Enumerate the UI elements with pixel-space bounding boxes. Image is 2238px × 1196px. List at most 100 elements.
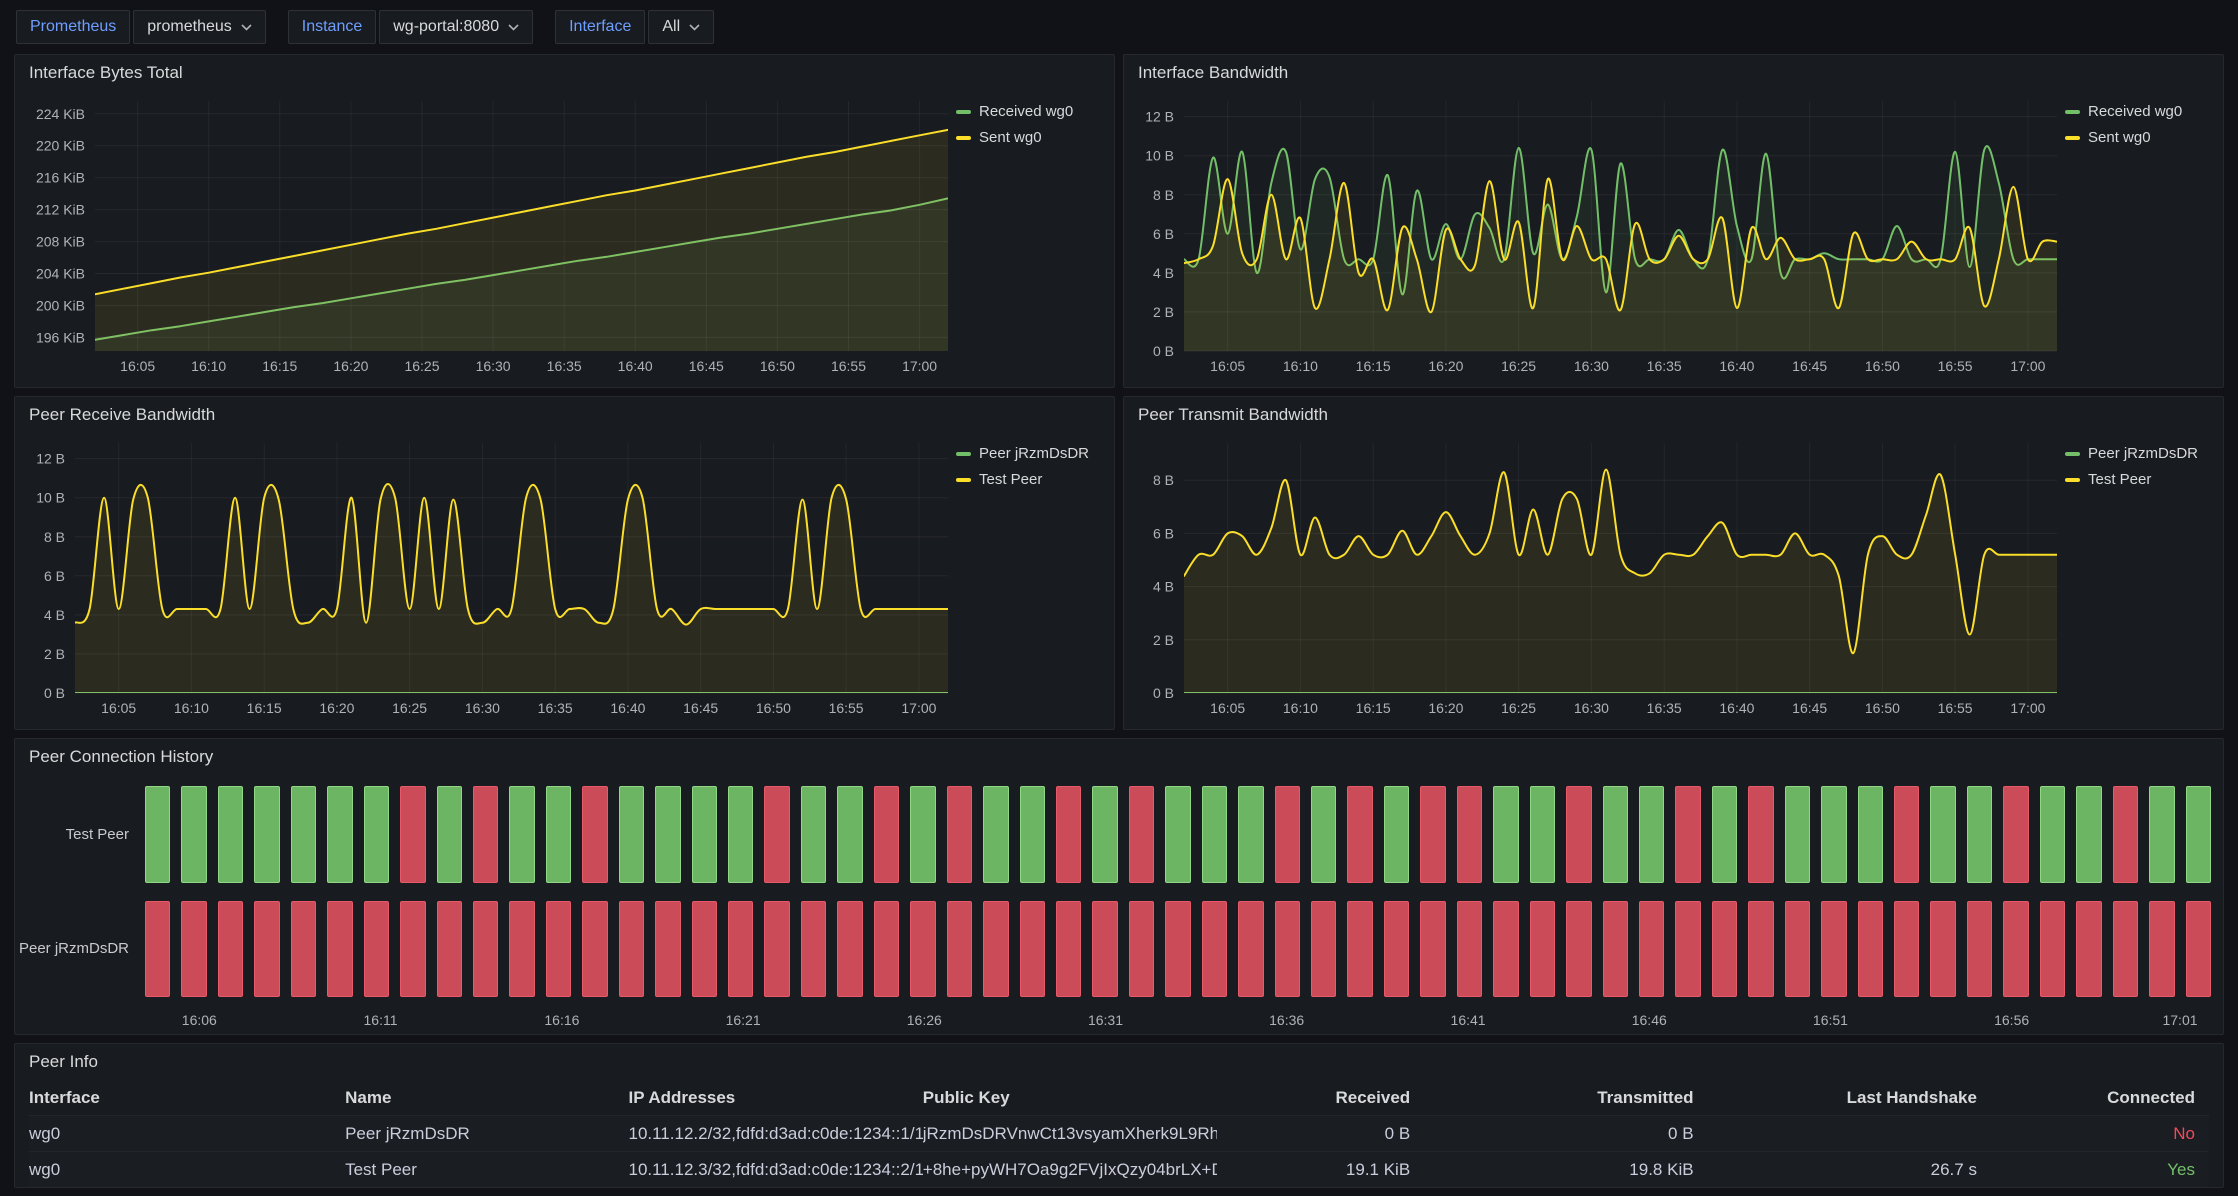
peer_rx-plot: 0 B2 B4 B6 B8 B10 B12 B16:0516:1016:1516… [19,435,956,721]
legend-item-test-peer[interactable]: Test Peer [956,471,1106,488]
svg-text:16:20: 16:20 [319,700,354,716]
column-header-received[interactable]: Received [1217,1088,1424,1108]
cell-ip-addresses: 10.11.12.2/32,fdfd:d3ad:c0de:1234::1/128 [628,1124,922,1144]
status-bar-down [400,901,425,998]
time-axis-label: 16:51 [1813,1012,1848,1028]
column-header-transmitted[interactable]: Transmitted [1424,1088,1707,1108]
variable-value-dropdown-instance[interactable]: wg-portal:8080 [379,10,533,44]
svg-text:0 B: 0 B [1153,343,1174,359]
panel-title-interface-bytes-total[interactable]: Interface Bytes Total [15,55,1114,91]
svg-text:16:40: 16:40 [618,358,653,374]
svg-text:17:00: 17:00 [902,358,937,374]
svg-text:16:15: 16:15 [1356,358,1391,374]
status-bar-down [1821,901,1846,998]
status-bar-down [1894,901,1919,998]
column-header-name[interactable]: Name [345,1088,628,1108]
column-header-last-handshake[interactable]: Last Handshake [1708,1088,1991,1108]
status-bar-up [2149,786,2174,883]
svg-text:16:55: 16:55 [1938,358,1973,374]
svg-text:16:35: 16:35 [1647,700,1682,716]
svg-text:16:40: 16:40 [1719,700,1754,716]
status-bar-up [619,786,644,883]
svg-text:16:40: 16:40 [610,700,645,716]
status-bar-up [1858,786,1883,883]
status-bar-up [509,786,534,883]
legend-item-sent-wg0[interactable]: Sent wg0 [956,129,1106,146]
svg-text:16:40: 16:40 [1719,358,1754,374]
panel-title-peer-receive-bandwidth[interactable]: Peer Receive Bandwidth [15,397,1114,433]
legend-item-test-peer[interactable]: Test Peer [2065,471,2215,488]
svg-text:16:15: 16:15 [1356,700,1391,716]
svg-text:12 B: 12 B [36,451,65,467]
status-bar-down [1347,901,1372,998]
status-bar-up [181,786,206,883]
table-header-row: InterfaceNameIP AddressesPublic KeyRecei… [29,1080,2209,1115]
status-bar-down [546,901,571,998]
svg-text:220 KiB: 220 KiB [36,138,85,154]
variable-value-dropdown-datasource[interactable]: prometheus [133,10,266,44]
grafana-dashboard: PrometheusprometheusInstancewg-portal:80… [0,0,2238,1196]
panel-title-peer-transmit-bandwidth[interactable]: Peer Transmit Bandwidth [1124,397,2223,433]
cell-name: Peer jRzmDsDR [345,1124,628,1144]
legend-item-sent-wg0[interactable]: Sent wg0 [2065,129,2215,146]
chart-legend: Received wg0 Sent wg0 [2065,93,2215,379]
variable-value-dropdown-interface[interactable]: All [648,10,714,44]
legend-series-label: Test Peer [2088,471,2151,488]
status-bar-down [1930,901,1955,998]
panel-title-peer-connection-history[interactable]: Peer Connection History [15,739,2223,775]
status-bar-down [2040,901,2065,998]
status-bar-up [364,786,389,883]
svg-text:4 B: 4 B [44,607,65,623]
status-bar-up [1821,786,1846,883]
series-area-sent-wg0 [95,130,948,351]
svg-text:16:50: 16:50 [1865,358,1900,374]
svg-text:16:20: 16:20 [1428,358,1463,374]
status-bar-up [1493,786,1518,883]
svg-text:4 B: 4 B [1153,579,1174,595]
status-bar-up [728,786,753,883]
status-bar-down [1056,901,1081,998]
column-header-ip-addresses[interactable]: IP Addresses [628,1088,922,1108]
status-bar-down [1092,901,1117,998]
column-header-connected[interactable]: Connected [1991,1088,2209,1108]
status-bar-down [473,901,498,998]
legend-item-peer-jrzmdsdr[interactable]: Peer jRzmDsDR [2065,445,2215,462]
panel-body: 0 B2 B4 B6 B8 B10 B12 B16:0516:1016:1516… [1124,91,2223,387]
svg-text:16:30: 16:30 [465,700,500,716]
legend-series-label: Sent wg0 [979,129,1042,146]
svg-text:16:55: 16:55 [829,700,864,716]
status-bar-down [2149,901,2174,998]
status-history-time-axis: 16:0616:1116:1616:2116:2616:3116:3616:41… [145,1006,2211,1030]
panel-title-interface-bandwidth[interactable]: Interface Bandwidth [1124,55,2223,91]
svg-text:16:20: 16:20 [1428,700,1463,716]
status-bar-down [728,901,753,998]
status-bar-down [254,901,279,998]
legend-series-color-icon [956,478,971,482]
variable-label-instance: Instance [288,10,376,44]
status-bar-down [181,901,206,998]
status-bar-down [1493,901,1518,998]
column-header-public-key[interactable]: Public Key [923,1088,1217,1108]
status-bar-down [874,786,899,883]
status-bar-up [655,786,680,883]
status-bar-down [1675,786,1700,883]
legend-item-received-wg0[interactable]: Received wg0 [2065,103,2215,120]
status-bar-down [910,901,935,998]
status-bar-down [619,901,644,998]
status-bar-down [1712,901,1737,998]
svg-text:6 B: 6 B [1153,525,1174,541]
legend-item-peer-jrzmdsdr[interactable]: Peer jRzmDsDR [956,445,1106,462]
cell-connected: No [1991,1124,2209,1144]
status-bar-up [692,786,717,883]
panel-title-peer-info[interactable]: Peer Info [15,1044,2223,1080]
status-bar-down [1566,901,1591,998]
column-header-interface[interactable]: Interface [29,1088,345,1108]
status-bar-down [145,901,170,998]
legend-item-received-wg0[interactable]: Received wg0 [956,103,1106,120]
status-bar-up [1238,786,1263,883]
svg-text:10 B: 10 B [1145,148,1174,164]
svg-text:16:45: 16:45 [1792,358,1827,374]
series-area-test-peer [1184,470,2057,693]
peer-info-table: InterfaceNameIP AddressesPublic KeyRecei… [15,1080,2223,1187]
svg-text:8 B: 8 B [44,529,65,545]
